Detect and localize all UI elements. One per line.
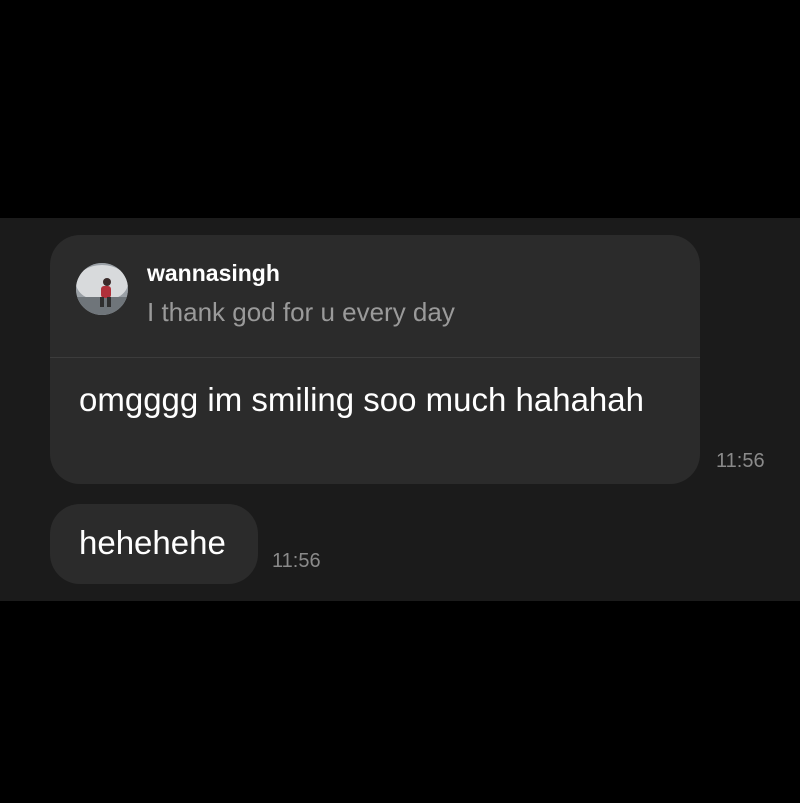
avatar-photo-icon [76, 263, 128, 315]
chat-area: wannasingh I thank god for u every day o… [0, 218, 800, 601]
message-text: omgggg im smiling soo much hahahah [79, 381, 644, 418]
avatar[interactable] [76, 263, 128, 315]
message-bubble-reply[interactable]: wannasingh I thank god for u every day o… [50, 235, 700, 484]
message-timestamp: 11:56 [716, 450, 765, 472]
message-text: hehehehe [79, 524, 226, 561]
reply-username: wannasingh [147, 260, 280, 286]
message-timestamp: 11:56 [272, 550, 321, 572]
message-bubble[interactable]: hehehehe [50, 504, 258, 584]
reply-quoted-text: I thank god for u every day [147, 297, 455, 327]
reply-preview[interactable]: wannasingh I thank god for u every day [50, 235, 700, 358]
